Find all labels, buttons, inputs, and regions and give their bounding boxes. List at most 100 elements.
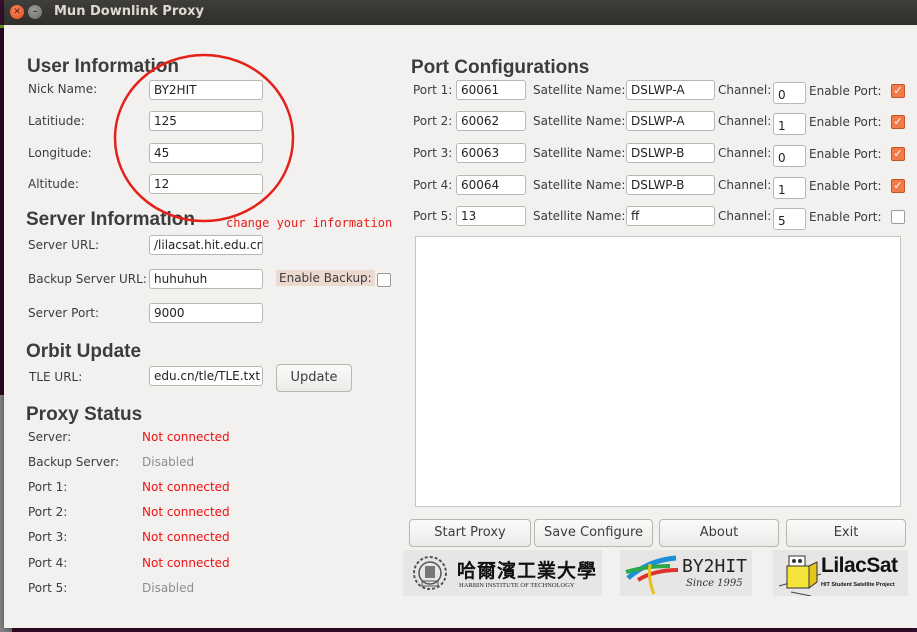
hit-emblem-icon — [413, 556, 447, 590]
satellite-name-label: Satellite Name: — [533, 114, 626, 128]
port-label: Port 5: — [413, 209, 453, 223]
enable-port-checkbox[interactable]: ✓ — [891, 179, 905, 193]
status-value: Not connected — [142, 505, 230, 519]
checkmark-icon: ✓ — [893, 115, 903, 128]
enable-port-label: Enable Port: — [809, 84, 882, 98]
proxy-status-heading: Proxy Status — [26, 404, 143, 425]
channel-input[interactable]: 1 — [773, 177, 806, 199]
by2hit-since: Since 1995 — [686, 578, 743, 589]
status-label: Port 3: — [28, 530, 68, 544]
channel-input[interactable]: 0 — [773, 82, 806, 104]
by2hit-emblem-icon — [625, 555, 679, 595]
lilacsat-name: LilacSat — [821, 554, 898, 577]
port-label: Port 1: — [413, 83, 453, 97]
enable-backup-label: Enable Backup: — [276, 270, 375, 286]
enable-port-label: Enable Port: — [809, 115, 882, 129]
status-value: Not connected — [142, 430, 230, 444]
port-label: Port 3: — [413, 146, 453, 160]
lilacsat-logo: LilacSat HIT Student Satellite Project — [773, 550, 908, 596]
port-number-input[interactable]: 13 — [456, 206, 526, 226]
port-number-input[interactable]: 60064 — [456, 175, 526, 195]
lilacsat-mascot-icon — [778, 555, 822, 596]
hit-chinese-name: 哈爾濱工業大學 — [457, 560, 598, 582]
enable-port-label: Enable Port: — [809, 210, 882, 224]
port-label: Port 4: — [413, 178, 453, 192]
status-value: Disabled — [142, 455, 195, 469]
port-label: Port 2: — [413, 114, 453, 128]
satellite-name-input[interactable]: DSLWP-A — [626, 111, 715, 131]
annotation-circle — [113, 53, 295, 223]
server-url-label: Server URL: — [28, 238, 100, 252]
satellite-name-label: Satellite Name: — [533, 146, 626, 160]
lilacsat-subtitle: HIT Student Satellite Project — [821, 582, 895, 588]
by2hit-name: BY2HIT — [682, 556, 748, 577]
enable-port-label: Enable Port: — [809, 179, 882, 193]
server-url-input[interactable]: /lilacsat.hit.edu.cn — [149, 235, 263, 255]
title-bar[interactable]: ✕ – Mun Downlink Proxy — [4, 0, 917, 25]
longitude-label: Longitude: — [28, 146, 92, 160]
channel-label: Channel: — [718, 83, 772, 97]
enable-port-checkbox[interactable]: ✓ — [891, 147, 905, 161]
satellite-name-label: Satellite Name: — [533, 209, 626, 223]
channel-label: Channel: — [718, 114, 772, 128]
minimize-window-button[interactable]: – — [28, 5, 42, 19]
satellite-name-input[interactable]: DSLWP-B — [626, 175, 715, 195]
satellite-name-input[interactable]: DSLWP-B — [626, 143, 715, 163]
channel-input[interactable]: 5 — [773, 208, 806, 230]
by2hit-logo: BY2HIT Since 1995 — [620, 550, 752, 596]
status-value: Not connected — [142, 530, 230, 544]
enable-port-label: Enable Port: — [809, 147, 882, 161]
hit-logo: 哈爾濱工業大學 HARBIN INSTITUTE OF TECHNOLOGY — [403, 550, 602, 596]
status-label: Port 2: — [28, 505, 68, 519]
about-button[interactable]: About — [659, 519, 779, 547]
channel-input[interactable]: 1 — [773, 113, 806, 135]
status-label: Server: — [28, 430, 72, 444]
save-configure-button[interactable]: Save Configure — [534, 519, 653, 547]
channel-input[interactable]: 0 — [773, 145, 806, 167]
server-port-label: Server Port: — [28, 306, 99, 320]
app-window: ✕ – Mun Downlink Proxy User Information … — [4, 0, 917, 628]
server-port-input[interactable]: 9000 — [149, 303, 263, 323]
log-output-area[interactable] — [415, 236, 901, 507]
nick-name-label: Nick Name: — [28, 82, 98, 96]
window-title: Mun Downlink Proxy — [54, 4, 205, 19]
orbit-update-heading: Orbit Update — [26, 341, 142, 362]
update-button[interactable]: Update — [276, 364, 352, 392]
status-value: Not connected — [142, 556, 230, 570]
status-label: Backup Server: — [28, 455, 119, 469]
checkmark-icon: ✓ — [893, 147, 903, 160]
hit-english-name: HARBIN INSTITUTE OF TECHNOLOGY — [459, 582, 575, 589]
satellite-name-input[interactable]: ff — [626, 206, 715, 226]
satellite-name-input[interactable]: DSLWP-A — [626, 80, 715, 100]
port-configurations-heading: Port Configurations — [411, 57, 590, 78]
channel-label: Channel: — [718, 178, 772, 192]
enable-port-checkbox[interactable]: ✓ — [891, 115, 905, 129]
checkmark-icon: ✓ — [893, 84, 903, 97]
channel-label: Channel: — [718, 209, 772, 223]
latitude-label: Latitiude: — [28, 114, 85, 128]
satellite-name-label: Satellite Name: — [533, 178, 626, 192]
enable-port-checkbox[interactable] — [891, 210, 905, 224]
checkmark-icon: ✓ — [893, 179, 903, 192]
channel-label: Channel: — [718, 146, 772, 160]
status-label: Port 4: — [28, 556, 68, 570]
enable-port-checkbox[interactable]: ✓ — [891, 84, 905, 98]
exit-button[interactable]: Exit — [786, 519, 906, 547]
status-label: Port 5: — [28, 581, 68, 595]
annotation-text: change your information — [226, 216, 393, 230]
port-number-input[interactable]: 60061 — [456, 80, 526, 100]
tle-url-label: TLE URL: — [29, 370, 83, 384]
port-number-input[interactable]: 60063 — [456, 143, 526, 163]
satellite-name-label: Satellite Name: — [533, 83, 626, 97]
port-number-input[interactable]: 60062 — [456, 111, 526, 131]
status-value: Not connected — [142, 480, 230, 494]
tle-url-input[interactable]: edu.cn/tle/TLE.txt — [149, 366, 263, 386]
close-window-button[interactable]: ✕ — [10, 5, 24, 19]
status-label: Port 1: — [28, 480, 68, 494]
start-proxy-button[interactable]: Start Proxy — [409, 519, 531, 547]
backup-server-url-input[interactable]: huhuhuh — [149, 269, 263, 289]
enable-backup-checkbox[interactable] — [377, 273, 391, 287]
status-value: Disabled — [142, 581, 195, 595]
altitude-label: Altitude: — [28, 177, 79, 191]
backup-server-url-label: Backup Server URL: — [28, 272, 147, 286]
